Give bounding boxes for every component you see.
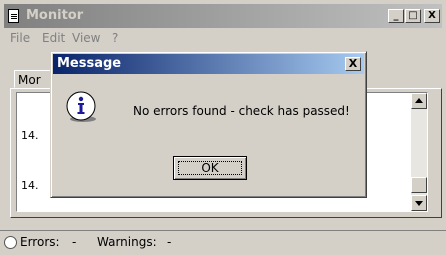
message-dialog: Message X No errors found - check has pa… [50,51,367,198]
errors-label: Errors: [20,235,60,249]
status-indicator-icon [4,236,17,249]
dialog-message: No errors found - check has passed! [133,104,350,118]
menu-bar: File Edit View ? [4,30,442,48]
warnings-label: Warnings: [97,235,157,249]
window-titlebar[interactable]: Monitor _ □ X [4,4,442,28]
list-item[interactable]: 14. [21,179,39,192]
status-bar: Errors: - Warnings: - [0,230,446,255]
document-icon [8,9,19,23]
tab-monitor[interactable]: Mor [14,70,54,88]
scroll-thumb[interactable] [411,177,427,193]
scroll-down-button[interactable] [411,195,427,211]
menu-view[interactable]: View [72,31,100,45]
window-title: Monitor [26,8,84,23]
warnings-value: - [167,235,172,249]
focus-rect [178,161,242,175]
menu-file[interactable]: File [10,31,30,45]
dialog-close-button[interactable]: X [345,57,361,71]
dialog-titlebar[interactable]: Message X [53,54,364,74]
menu-help[interactable]: ? [112,31,118,45]
scroll-up-button[interactable] [411,93,427,109]
close-button[interactable]: X [424,9,440,23]
menu-edit[interactable]: Edit [42,31,65,45]
info-icon [66,91,96,122]
minimize-button[interactable]: _ [388,9,404,23]
vertical-scrollbar[interactable] [411,93,427,211]
ok-button[interactable]: OK [173,156,247,180]
maximize-button[interactable]: □ [405,9,421,23]
errors-value: - [72,235,77,249]
list-item[interactable]: 14. [21,129,39,142]
dialog-title: Message [57,56,122,71]
